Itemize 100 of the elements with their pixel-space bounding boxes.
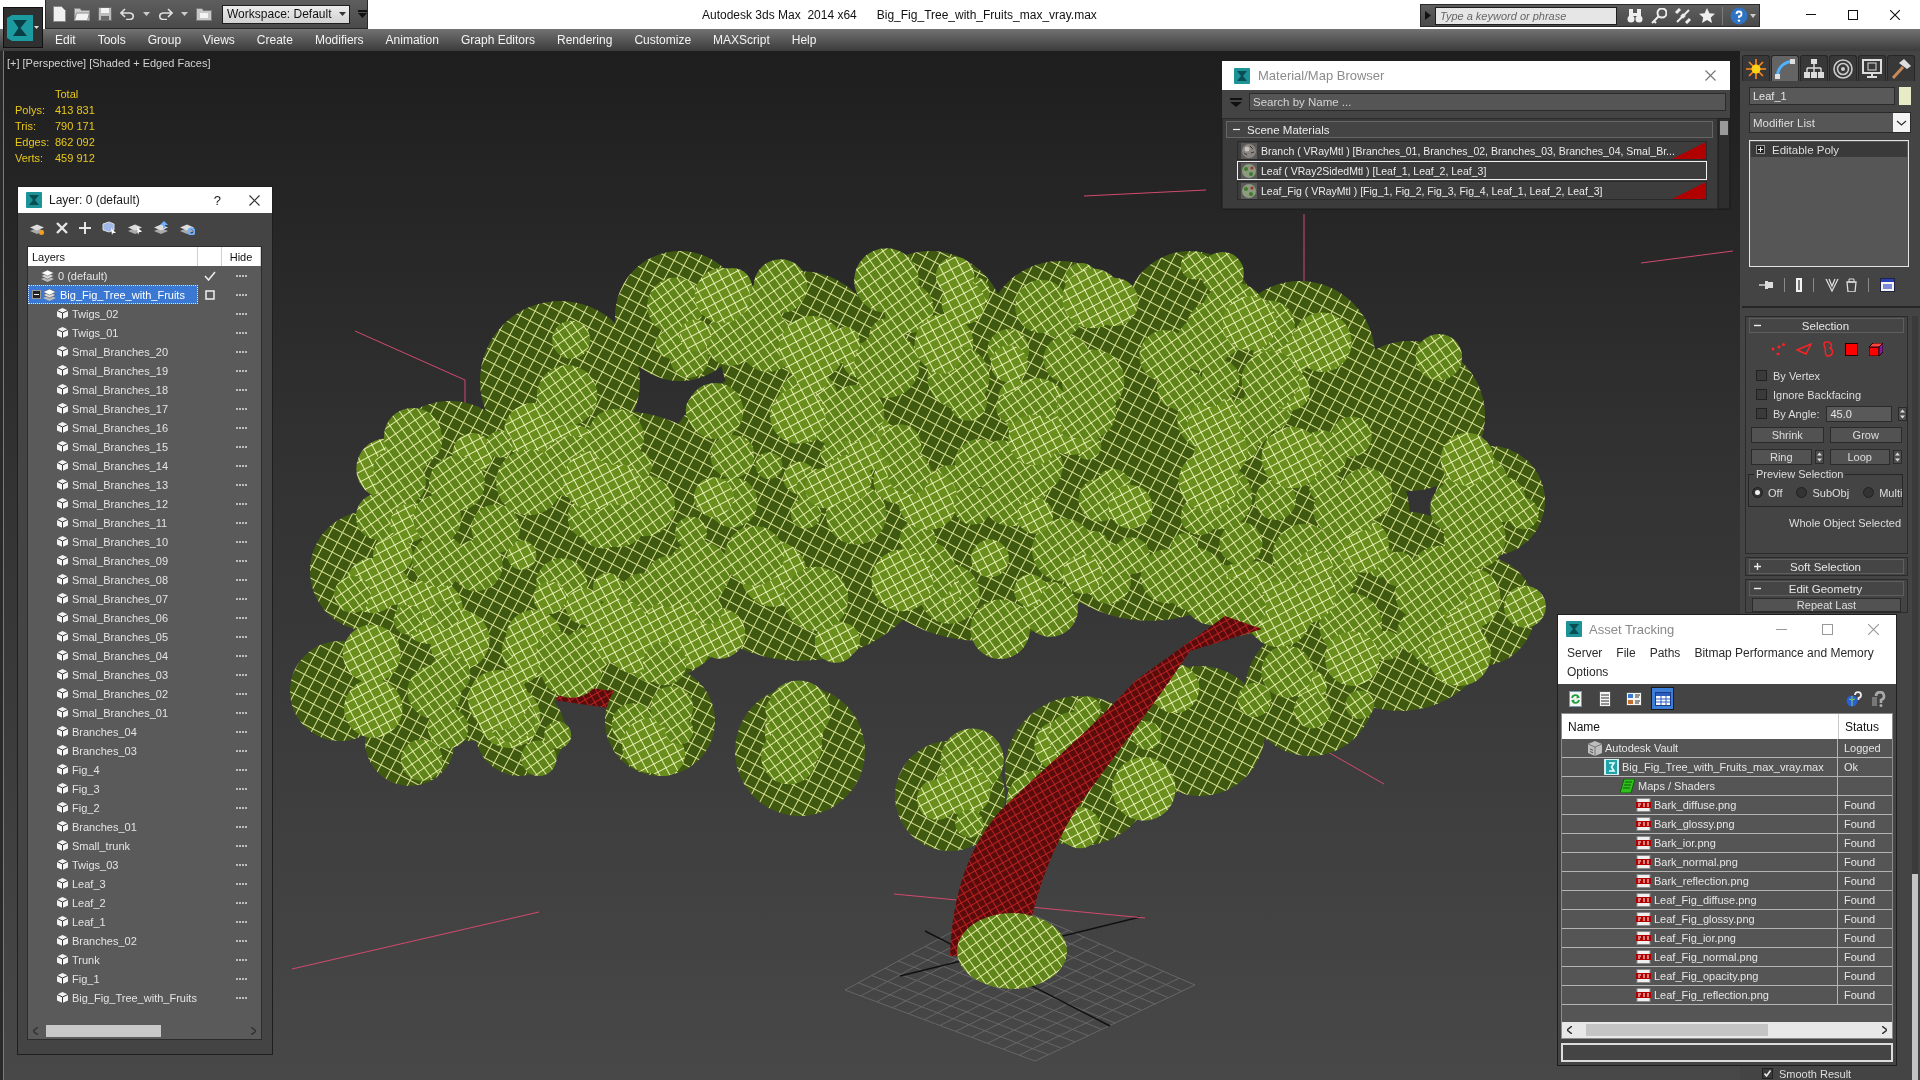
- hide-toggle-icon[interactable]: [235, 958, 248, 961]
- asset-row[interactable]: Bark_glossy.png Found: [1562, 815, 1892, 834]
- hide-toggle-icon[interactable]: [235, 293, 248, 296]
- hide-toggle-icon[interactable]: [235, 673, 248, 676]
- asset-row[interactable]: Bark_diffuse.png Found: [1562, 796, 1892, 815]
- checkbox[interactable]: [1762, 1068, 1773, 1079]
- object-item[interactable]: Smal_Branches_20: [28, 342, 198, 361]
- hide-toggle-icon[interactable]: [235, 635, 248, 638]
- menu-item[interactable]: Animation: [374, 29, 450, 51]
- bin-icon[interactable]: [1846, 278, 1857, 292]
- help-button[interactable]: ?: [213, 192, 221, 208]
- object-item[interactable]: Smal_Branches_17: [28, 399, 198, 418]
- object-item[interactable]: Leaf_2: [28, 893, 198, 912]
- asset-row[interactable]: Leaf_Fig_glossy.png Found: [1562, 910, 1892, 929]
- menu-item[interactable]: Group: [136, 29, 193, 51]
- radio-button[interactable]: [1752, 487, 1763, 498]
- menu-item[interactable]: Create: [245, 29, 304, 51]
- new-file-icon[interactable]: [53, 6, 66, 22]
- undo-icon[interactable]: [120, 8, 135, 20]
- collapse-icon[interactable]: [32, 290, 41, 299]
- object-item[interactable]: Fig_2: [28, 798, 198, 817]
- material-item[interactable]: Branch ( VRayMtl ) [Branches_01, Branches_02, Branches_03, Branches_04, Smal_Br...: [1237, 141, 1707, 160]
- asset-row[interactable]: Leaf_Fig_reflection.png Found: [1562, 986, 1892, 1005]
- tool-button[interactable]: Ring: [1751, 449, 1812, 465]
- menu-item[interactable]: Graph Editors: [449, 29, 546, 51]
- hide-toggle-icon[interactable]: [235, 768, 248, 771]
- asset-row[interactable]: Big_Fig_Tree_with_Fruits_max_vray.max Ok: [1562, 758, 1892, 777]
- search-field[interactable]: Search by Name ...: [1249, 93, 1726, 111]
- scrollbar-thumb[interactable]: [1912, 874, 1918, 1080]
- asset-row[interactable]: Leaf_Fig_diffuse.png Found: [1562, 891, 1892, 910]
- object-item[interactable]: Smal_Branches_14: [28, 456, 198, 475]
- rollout-header[interactable]: Soft Selection: [1749, 559, 1904, 574]
- plus-icon[interactable]: [1756, 145, 1765, 154]
- menu-item[interactable]: Help: [780, 29, 828, 51]
- menu-item[interactable]: MAXScript: [702, 29, 781, 51]
- menu-item[interactable]: Edit: [44, 29, 87, 51]
- asset-row[interactable]: Leaf_Fig_opacity.png Found: [1562, 967, 1892, 986]
- path-field[interactable]: [1561, 1043, 1893, 1062]
- hide-toggle-icon[interactable]: [235, 521, 248, 524]
- radio-button[interactable]: [1863, 487, 1875, 498]
- fork-icon[interactable]: [1825, 278, 1839, 292]
- checkmark-icon[interactable]: [204, 270, 216, 281]
- hide-toggle-icon[interactable]: [235, 426, 248, 429]
- object-item[interactable]: Smal_Branches_06: [28, 608, 198, 627]
- asset-row[interactable]: Autodesk Vault Logged: [1562, 739, 1892, 758]
- radio-button[interactable]: [1796, 487, 1808, 498]
- polygon-square-icon[interactable]: [1844, 342, 1858, 356]
- scrollbar-thumb[interactable]: [1720, 121, 1728, 135]
- object-item[interactable]: Smal_Branches_03: [28, 665, 198, 684]
- hide-toggle-icon[interactable]: [235, 540, 248, 543]
- asset-row[interactable]: Bark_ior.png Found: [1562, 834, 1892, 853]
- object-item[interactable]: Leaf_3: [28, 874, 198, 893]
- layers-arrow-icon[interactable]: [154, 221, 169, 235]
- delete-icon[interactable]: [56, 222, 68, 234]
- scroll-left-icon[interactable]: [1567, 1026, 1572, 1034]
- caret-icon[interactable]: [181, 12, 188, 16]
- hide-toggle-icon[interactable]: [235, 388, 248, 391]
- hide-toggle-icon[interactable]: [235, 825, 248, 828]
- menu-triangle-icon[interactable]: [1230, 97, 1242, 107]
- binoculars-icon[interactable]: [1627, 8, 1643, 23]
- color-swatch-icon[interactable]: [1899, 87, 1911, 105]
- menu-item[interactable]: Views: [192, 29, 246, 51]
- object-item[interactable]: Smal_Branches_02: [28, 684, 198, 703]
- star-icon[interactable]: [1699, 8, 1715, 23]
- checkbox[interactable]: [1756, 389, 1767, 400]
- hide-toggle-icon[interactable]: [235, 654, 248, 657]
- object-item[interactable]: Smal_Branches_05: [28, 627, 198, 646]
- element-cube-icon[interactable]: [1868, 342, 1883, 356]
- command-panel-tab[interactable]: [1771, 55, 1799, 81]
- menu-item[interactable]: Tools: [86, 29, 137, 51]
- hide-toggle-icon[interactable]: [235, 502, 248, 505]
- spinner-icon[interactable]: [1893, 450, 1902, 464]
- material-item[interactable]: Leaf_Fig ( VRayMtl ) [Fig_1, Fig_2, Fig_3, Fig_4, Leaf_1, Leaf_2, Leaf_3]: [1237, 181, 1707, 200]
- vertex-dots-icon[interactable]: [1770, 343, 1785, 355]
- asset-row[interactable]: Bark_normal.png Found: [1562, 853, 1892, 872]
- object-item[interactable]: Fig_3: [28, 779, 198, 798]
- hide-toggle-icon[interactable]: [235, 559, 248, 562]
- object-item[interactable]: Smal_Branches_18: [28, 380, 198, 399]
- square-icon[interactable]: [205, 289, 215, 300]
- hide-toggle-icon[interactable]: [235, 616, 248, 619]
- window-icon[interactable]: [1880, 278, 1895, 292]
- hide-toggle-icon[interactable]: [235, 597, 248, 600]
- hide-toggle-icon[interactable]: [235, 350, 248, 353]
- object-item[interactable]: Fig_1: [28, 969, 198, 988]
- object-item[interactable]: Smal_Branches_09: [28, 551, 198, 570]
- column-header[interactable]: Hide: [222, 247, 261, 266]
- modifier-stack-item[interactable]: Editable Poly: [1751, 142, 1907, 157]
- object-item[interactable]: Smal_Branches_11: [28, 513, 198, 532]
- hide-toggle-icon[interactable]: [235, 977, 248, 980]
- command-panel-tab[interactable]: [1742, 55, 1770, 81]
- help-icon[interactable]: [1872, 690, 1888, 707]
- cube-cursor-icon[interactable]: [102, 221, 117, 235]
- caret-icon[interactable]: [1425, 11, 1431, 20]
- border-loop-icon[interactable]: [1822, 341, 1834, 357]
- hide-toggle-icon[interactable]: [235, 806, 248, 809]
- workspace-dropdown[interactable]: Workspace: Default: [222, 4, 350, 24]
- hide-toggle-icon[interactable]: [235, 369, 248, 372]
- object-item[interactable]: Twigs_02: [28, 304, 198, 323]
- hide-toggle-icon[interactable]: [235, 331, 248, 334]
- asset-row[interactable]: Leaf_Fig_normal.png Found: [1562, 948, 1892, 967]
